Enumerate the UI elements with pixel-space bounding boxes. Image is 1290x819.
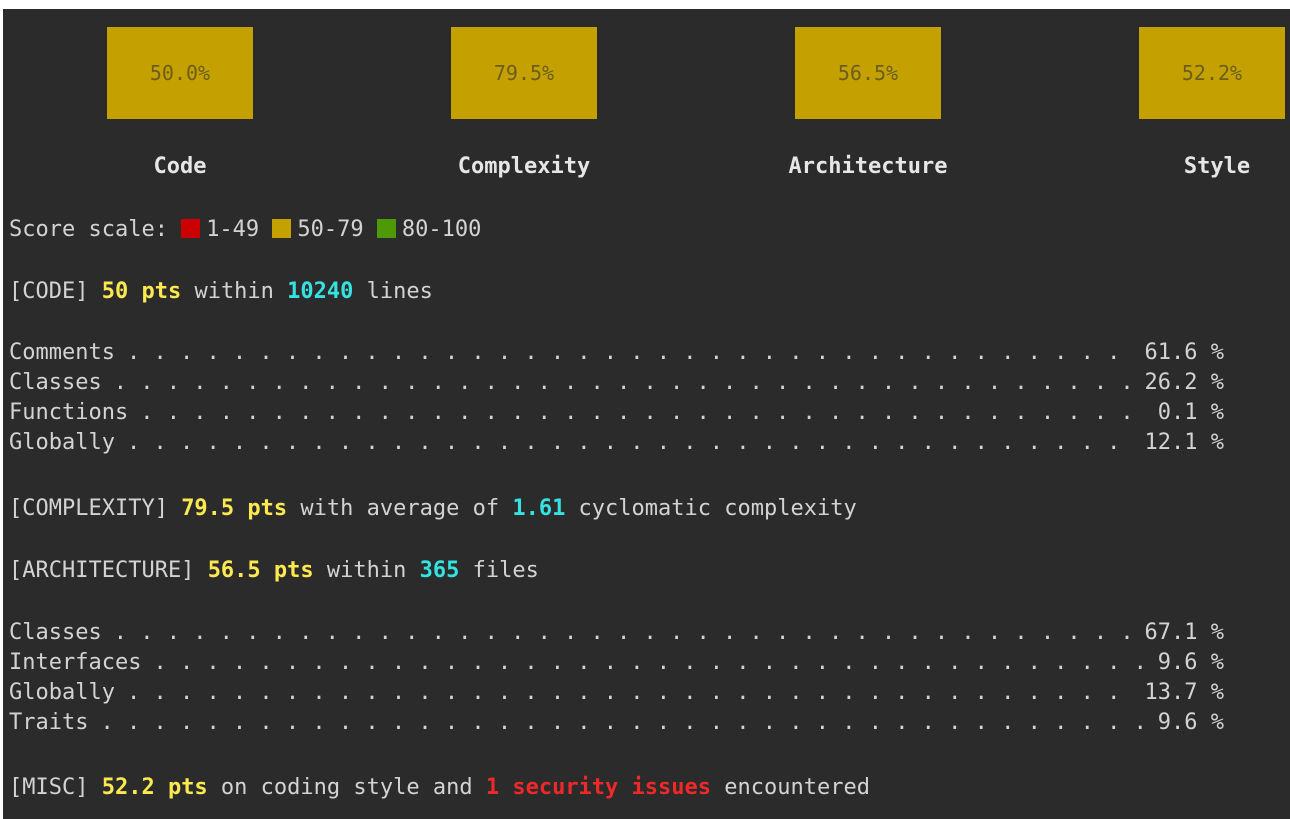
code-line-count: 10240 xyxy=(287,279,354,304)
metric-name: Traits xyxy=(9,710,89,735)
code-metrics-list: Comments . . . . . . . . . . . . . . . .… xyxy=(9,338,1224,458)
complexity-tag: [COMPLEXITY] xyxy=(9,496,182,521)
score-box-style: 52.2% xyxy=(1139,27,1285,119)
scale-range-low: 1-49 xyxy=(206,217,260,242)
architecture-tag: [ARCHITECTURE] xyxy=(9,558,208,583)
score-label-code: Code xyxy=(153,154,207,179)
metric-name: Interfaces xyxy=(9,650,142,675)
metric-leader-dots: . . . . . . . . . . . . . . . . . . . . … xyxy=(153,650,1149,675)
complexity-points: 79.5 pts xyxy=(181,496,288,521)
metric-name: Globally xyxy=(9,680,115,705)
metric-leader-dots: . . . . . . . . . . . . . . . . . . . . … xyxy=(126,340,1137,365)
score-scale: Score scale: 1-49 50-79 80-100 xyxy=(9,215,481,245)
architecture-mid-text: within xyxy=(313,558,420,583)
architecture-summary: [ARCHITECTURE] 56.5 pts within 365 files xyxy=(9,556,539,586)
misc-suffix: encountered xyxy=(711,775,870,800)
complexity-suffix: cyclomatic complexity xyxy=(565,496,857,521)
misc-tag: [MISC] xyxy=(9,775,102,800)
terminal-window: 50.0% 79.5% 56.5% 52.2% Code Complexity … xyxy=(3,9,1290,819)
complexity-summary: [COMPLEXITY] 79.5 pts with average of 1.… xyxy=(9,494,857,524)
score-label-architecture: Architecture xyxy=(788,154,948,179)
metric-row: Globally . . . . . . . . . . . . . . . .… xyxy=(9,678,1224,708)
metric-name: Classes xyxy=(9,370,102,395)
misc-points: 52.2 pts xyxy=(101,775,208,800)
metric-name: Functions xyxy=(9,400,129,425)
green-swatch-icon xyxy=(376,219,396,238)
score-value-code: 50.0% xyxy=(149,61,211,85)
metric-value: 9.6 % xyxy=(1157,710,1224,735)
metric-leader-dots: . . . . . . . . . . . . . . . . . . . . … xyxy=(126,430,1137,455)
code-mid-text: within xyxy=(181,279,288,304)
metric-value: 9.6 % xyxy=(1157,650,1224,675)
metric-row: Comments . . . . . . . . . . . . . . . .… xyxy=(9,338,1224,368)
metric-value: 26.2 % xyxy=(1144,370,1224,395)
red-swatch-icon xyxy=(181,219,201,238)
score-value-complexity: 79.5% xyxy=(493,61,555,85)
metric-name: Globally xyxy=(9,430,115,455)
metric-row: Classes . . . . . . . . . . . . . . . . … xyxy=(9,368,1224,398)
complexity-average: 1.61 xyxy=(512,496,566,521)
metric-value: 61.6 % xyxy=(1144,340,1224,365)
code-summary: [CODE] 50 pts within 10240 lines xyxy=(9,277,433,307)
scale-range-high: 80-100 xyxy=(401,217,482,242)
metric-value: 12.1 % xyxy=(1144,430,1224,455)
metric-row: Interfaces . . . . . . . . . . . . . . .… xyxy=(9,648,1224,678)
misc-summary: [MISC] 52.2 pts on coding style and 1 se… xyxy=(9,773,870,803)
metric-row: Functions . . . . . . . . . . . . . . . … xyxy=(9,398,1224,428)
score-label-style: Style xyxy=(1183,154,1251,179)
yellow-swatch-icon xyxy=(272,219,292,238)
metric-value: 13.7 % xyxy=(1144,680,1224,705)
score-label-complexity: Complexity xyxy=(457,154,591,179)
metric-name: Classes xyxy=(9,620,102,645)
code-suffix: lines xyxy=(353,279,433,304)
architecture-suffix: files xyxy=(459,558,539,583)
score-value-style: 52.2% xyxy=(1181,61,1243,85)
metric-row: Classes . . . . . . . . . . . . . . . . … xyxy=(9,618,1224,648)
metric-row: Traits . . . . . . . . . . . . . . . . .… xyxy=(9,708,1224,738)
code-tag: [CODE] xyxy=(9,279,102,304)
metric-leader-dots: . . . . . . . . . . . . . . . . . . . . … xyxy=(100,710,1149,735)
metric-value: 67.1 % xyxy=(1144,620,1224,645)
score-value-architecture: 56.5% xyxy=(837,61,899,85)
metric-name: Comments xyxy=(9,340,115,365)
metric-leader-dots: . . . . . . . . . . . . . . . . . . . . … xyxy=(113,620,1137,645)
score-scale-prefix: Score scale: xyxy=(9,217,182,242)
architecture-points: 56.5 pts xyxy=(207,558,314,583)
metric-leader-dots: . . . . . . . . . . . . . . . . . . . . … xyxy=(126,680,1137,705)
score-box-complexity: 79.5% xyxy=(451,27,597,119)
misc-security-issues: 1 security issues xyxy=(485,775,712,800)
metric-leader-dots: . . . . . . . . . . . . . . . . . . . . … xyxy=(113,370,1137,395)
complexity-mid-text: with average of xyxy=(287,496,513,521)
code-points: 50 pts xyxy=(101,279,182,304)
score-box-code: 50.0% xyxy=(107,27,253,119)
architecture-metrics-list: Classes . . . . . . . . . . . . . . . . … xyxy=(9,618,1224,738)
metric-row: Globally . . . . . . . . . . . . . . . .… xyxy=(9,428,1224,458)
metric-leader-dots: . . . . . . . . . . . . . . . . . . . . … xyxy=(140,400,1150,425)
misc-mid-text: on coding style and xyxy=(207,775,486,800)
metric-value: 0.1 % xyxy=(1157,400,1224,425)
architecture-file-count: 365 xyxy=(419,558,460,583)
score-box-architecture: 56.5% xyxy=(795,27,941,119)
scale-range-mid: 50-79 xyxy=(297,217,364,242)
